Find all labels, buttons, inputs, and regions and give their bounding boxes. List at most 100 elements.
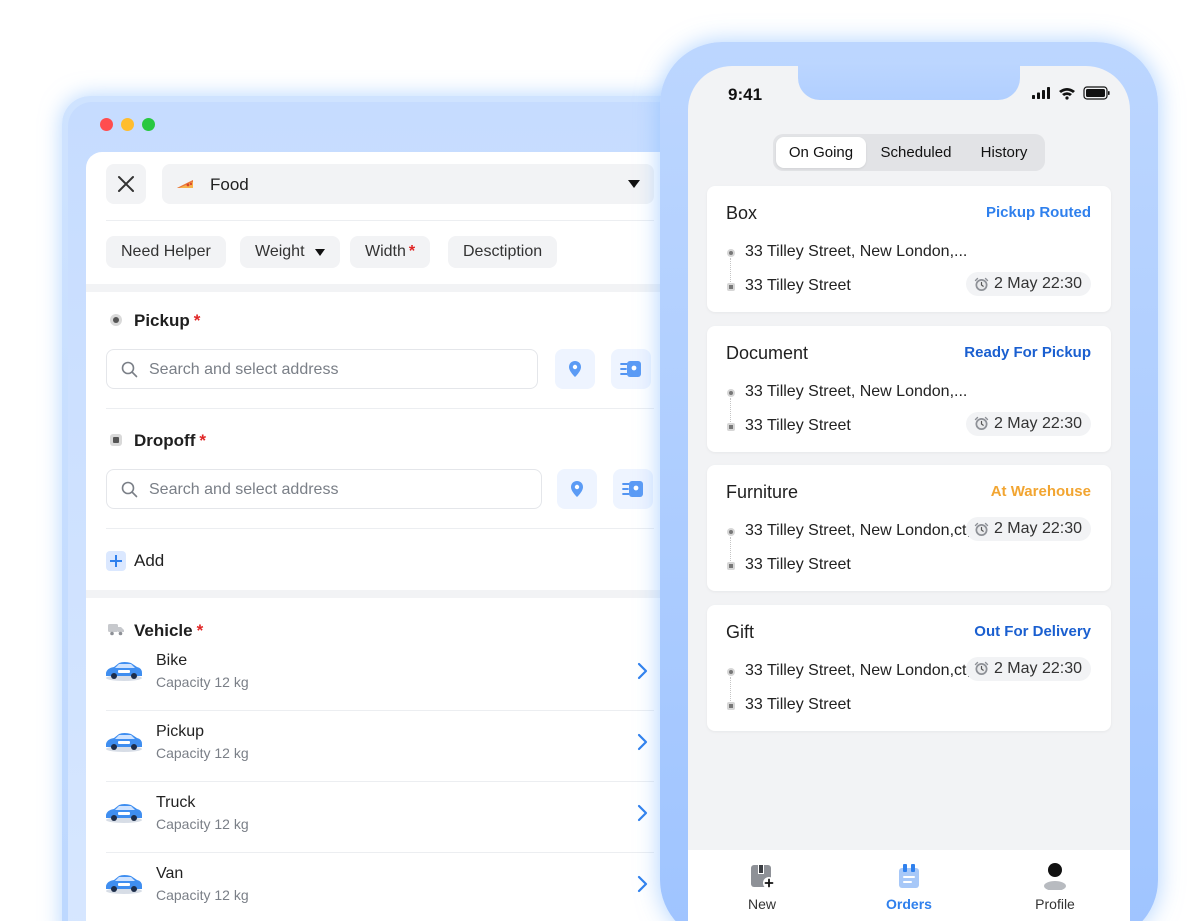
alarm-clock-icon	[974, 522, 989, 536]
chevron-right-icon	[637, 875, 648, 893]
dropoff-square-icon	[110, 434, 122, 446]
destination-square-icon	[727, 422, 735, 431]
phone-notch	[798, 62, 1020, 100]
vehicle-capacity: Capacity 12 kg	[156, 674, 249, 690]
pickup-title-text: Pickup	[134, 311, 190, 330]
vehicle-name: Pickup	[156, 723, 205, 740]
segment-scheduled[interactable]: Scheduled	[869, 137, 963, 168]
order-time-badge: 2 May 22:30	[965, 517, 1091, 541]
order-time: 2 May 22:30	[993, 520, 1082, 537]
order-title: Furniture	[726, 482, 799, 502]
origin-dot-icon	[727, 528, 735, 536]
signal-icon	[1032, 87, 1050, 99]
dropoff-title: Dropoff *	[134, 431, 206, 451]
route-line	[730, 537, 731, 561]
route-line	[730, 676, 731, 701]
origin-dot-icon	[727, 249, 735, 257]
status-icons	[1032, 86, 1110, 100]
order-time-badge: 2 May 22:30	[965, 272, 1091, 296]
dropoff-search-input[interactable]	[149, 478, 509, 502]
required-mark: *	[196, 621, 204, 640]
tab-profile[interactable]: Profile	[1005, 860, 1105, 912]
caret-down-icon	[314, 248, 325, 256]
route-line	[730, 258, 731, 282]
vehicle-capacity: Capacity 12 kg	[156, 887, 249, 903]
section-separator	[86, 284, 686, 292]
location-pin-icon	[569, 361, 581, 377]
close-button[interactable]	[106, 164, 146, 204]
destination-square-icon	[727, 701, 735, 710]
map-select-icon	[622, 481, 643, 497]
order-time: 2 May 22:30	[993, 659, 1082, 677]
window-minimize-dot[interactable]	[121, 118, 134, 131]
orders-icon	[899, 864, 919, 888]
required-mark: *	[199, 431, 206, 450]
dropoff-location-button[interactable]	[557, 469, 597, 509]
alarm-clock-icon	[974, 661, 989, 675]
order-time: 2 May 22:30	[993, 275, 1082, 292]
segment-label: History	[980, 144, 1028, 161]
order-segmented-control: On Going Scheduled History	[773, 134, 1045, 171]
tab-label: Orders	[886, 896, 932, 912]
chip-description[interactable]: Desctiption	[448, 236, 558, 268]
vehicle-name: Truck	[156, 794, 196, 811]
pickup-search-input[interactable]	[149, 358, 509, 382]
order-status: Ready For Pickup	[964, 343, 1091, 361]
pickup-location-button[interactable]	[555, 349, 595, 389]
status-time: 9:41	[728, 85, 763, 104]
chip-weight[interactable]: Weight	[240, 236, 340, 268]
vehicle-title: Vehicle *	[134, 621, 203, 641]
add-stop-button[interactable]: Add	[106, 550, 164, 572]
new-order-icon	[751, 865, 775, 889]
chevron-right-icon	[637, 733, 648, 751]
chevron-right-icon	[637, 804, 648, 822]
order-card[interactable]: Furniture At Warehouse 33 Tilley Street, N…	[707, 465, 1111, 591]
pickup-map-button[interactable]	[611, 349, 651, 389]
vehicle-title-text: Vehicle	[134, 621, 193, 640]
vehicle-name: Van	[156, 865, 184, 882]
tab-new[interactable]: New	[712, 860, 812, 912]
origin-dot-icon	[727, 388, 735, 397]
origin-dot-icon	[727, 667, 735, 676]
truck-icon	[108, 624, 124, 636]
vehicle-option[interactable]: Pickup Capacity 12 kg	[86, 711, 686, 782]
order-from-address: 33 Tilley Street, New London,...	[745, 382, 968, 400]
destination-square-icon	[727, 562, 735, 570]
chip-label: Weight	[255, 243, 305, 260]
section-separator	[86, 590, 686, 598]
tab-orders[interactable]: Orders	[859, 860, 959, 912]
dropoff-map-button[interactable]	[613, 469, 653, 509]
required-mark: *	[408, 243, 416, 260]
alarm-clock-icon	[974, 416, 989, 430]
category-select[interactable]: Food	[162, 164, 654, 204]
pickup-dot-icon	[110, 314, 122, 326]
order-form-panel: Food Need Helper Weight Width * Desctipt…	[86, 152, 686, 921]
order-card[interactable]: Document Ready For Pickup 33 Tilley Street…	[707, 325, 1111, 452]
chip-label: Need Helper	[121, 243, 211, 260]
vehicle-capacity: Capacity 12 kg	[156, 745, 249, 761]
order-card[interactable]: Box Pickup Routed 33 Tilley Street, New Lo…	[707, 186, 1111, 312]
chip-width[interactable]: Width *	[350, 236, 431, 268]
chip-label: Desctiption	[463, 243, 543, 260]
vehicle-option[interactable]: Truck Capacity 12 kg	[86, 782, 686, 853]
car-icon	[106, 662, 142, 681]
order-title: Box	[726, 203, 758, 223]
order-card[interactable]: Gift Out For Delivery 33 Tilley Street, Ne…	[707, 604, 1111, 731]
window-close-dot[interactable]	[100, 118, 113, 131]
map-select-icon	[620, 361, 641, 377]
dropoff-title-text: Dropoff	[134, 431, 196, 450]
divider	[106, 220, 654, 221]
route-line	[730, 397, 731, 422]
order-to-address: 33 Tilley Street	[745, 416, 851, 434]
vehicle-option[interactable]: Bike Capacity 12 kg	[86, 640, 686, 711]
chip-need-helper[interactable]: Need Helper	[106, 236, 226, 268]
tab-label: Profile	[1035, 896, 1075, 912]
order-to-address: 33 Tilley Street	[745, 277, 851, 294]
segment-on-going[interactable]: On Going	[776, 137, 866, 168]
vehicle-option[interactable]: Van Capacity 12 kg	[86, 853, 686, 921]
wifi-icon	[1059, 88, 1075, 100]
pizza-icon	[177, 180, 193, 188]
segment-history[interactable]: History	[966, 137, 1042, 168]
window-maximize-dot[interactable]	[142, 118, 155, 131]
category-label: Food	[210, 175, 249, 194]
